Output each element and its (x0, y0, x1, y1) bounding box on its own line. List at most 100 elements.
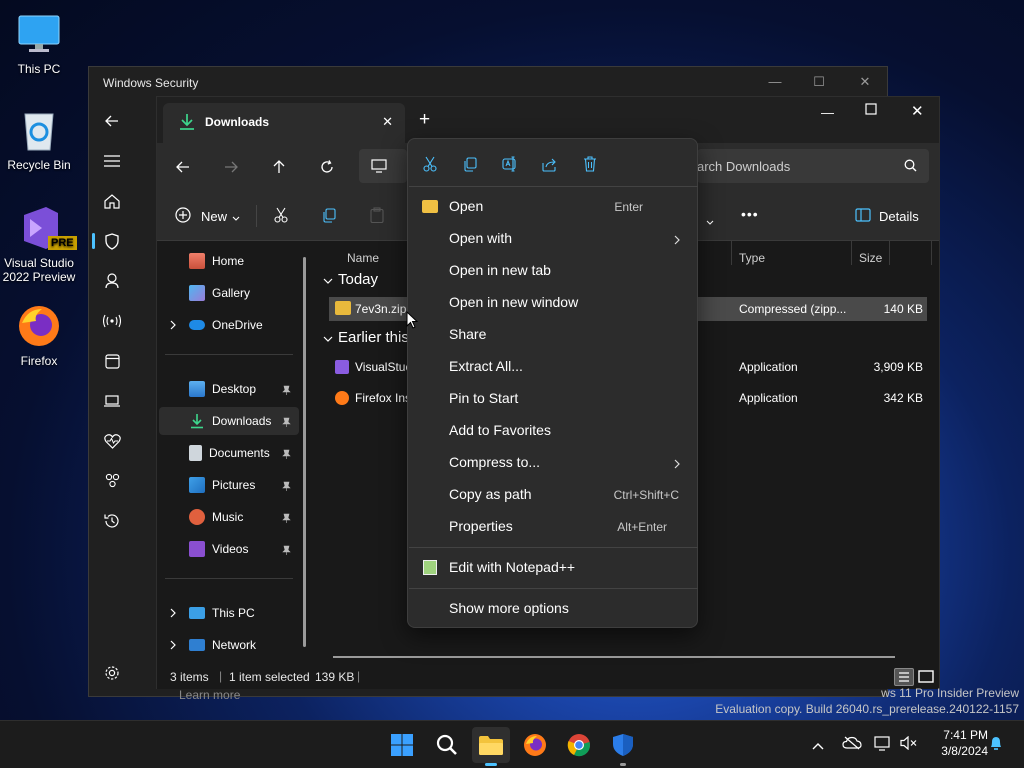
nav-item-network[interactable]: Network (159, 631, 299, 659)
chevron-up-icon[interactable] (812, 738, 824, 753)
nav-item-desktop[interactable]: Desktop (159, 375, 299, 403)
desktop-icon-firefox[interactable]: Firefox (1, 302, 77, 368)
minimize-button[interactable]: — (765, 73, 785, 91)
menu-item-show-more-options[interactable]: Show more options (412, 593, 693, 625)
search-icon[interactable] (428, 727, 466, 763)
column-divider[interactable] (931, 241, 932, 265)
nav-item-pictures[interactable]: Pictures (159, 471, 299, 499)
group-header-today[interactable]: Today (323, 271, 378, 288)
tab-downloads[interactable]: Downloads ✕ (163, 103, 405, 143)
family-icon[interactable] (101, 470, 123, 492)
defender-icon[interactable] (604, 727, 642, 766)
firefox-icon[interactable] (516, 727, 554, 763)
menu-item-pin-to-start[interactable]: Pin to Start (412, 383, 693, 415)
details-view-button[interactable] (894, 668, 914, 686)
cut-icon[interactable] (270, 205, 292, 225)
menu-item-share[interactable]: Share (412, 319, 693, 351)
pin-icon[interactable] (282, 480, 291, 491)
app-browser-icon[interactable] (101, 350, 123, 372)
volume-muted-icon[interactable] (900, 735, 918, 753)
clock[interactable]: 7:41 PM 3/8/2024 (926, 727, 988, 759)
menu-item-extract-all[interactable]: Extract All... (412, 351, 693, 383)
file-explorer-icon[interactable] (472, 727, 510, 766)
paste-icon[interactable] (366, 205, 388, 225)
up-icon[interactable] (268, 157, 290, 177)
nav-item-downloads[interactable]: Downloads (159, 407, 299, 435)
start-icon[interactable] (383, 727, 421, 763)
nav-item-videos[interactable]: Videos (159, 535, 299, 563)
desktop-icon-recycle-bin[interactable]: Recycle Bin (1, 106, 77, 172)
shield-icon[interactable] (101, 230, 123, 252)
column-header-type[interactable]: Type (739, 251, 765, 265)
delete-icon[interactable] (579, 153, 601, 175)
rename-icon[interactable] (499, 153, 521, 175)
desktop-icon-visual-studio[interactable]: PRE Visual Studio 2022 Preview (1, 204, 77, 284)
menu-item-open-in-new-window[interactable]: Open in new window (412, 287, 693, 319)
onedrive-offline-icon[interactable] (842, 736, 862, 753)
chevron-down-icon[interactable] (706, 213, 714, 228)
pin-icon[interactable] (282, 448, 291, 459)
menu-item-open[interactable]: Open Enter (412, 191, 693, 223)
menu-item-properties[interactable]: Properties Alt+Enter (412, 511, 693, 543)
nav-item-music[interactable]: Music (159, 503, 299, 531)
settings-icon[interactable] (101, 662, 123, 684)
cut-icon[interactable] (419, 153, 441, 175)
pin-icon[interactable] (282, 544, 291, 555)
search-input[interactable]: arch Downloads (697, 149, 929, 183)
back-icon[interactable] (101, 110, 123, 132)
minimize-button[interactable]: — (821, 105, 834, 120)
menu-item-add-to-favorites[interactable]: Add to Favorites (412, 415, 693, 447)
nav-item-home[interactable]: Home (159, 247, 299, 275)
health-icon[interactable] (101, 430, 123, 452)
pin-icon[interactable] (282, 416, 291, 427)
menu-item-compress-to[interactable]: Compress to... (412, 447, 693, 479)
copy-icon[interactable] (318, 205, 340, 225)
column-header-name[interactable]: Name (347, 251, 379, 265)
nav-item-onedrive[interactable]: OneDrive (159, 311, 299, 339)
notification-bell-icon[interactable] (989, 735, 1003, 754)
menu-item-copy-as-path[interactable]: Copy as path Ctrl+Shift+C (412, 479, 693, 511)
new-button[interactable]: New (175, 204, 240, 228)
copy-icon[interactable] (459, 153, 481, 175)
home-icon[interactable] (101, 190, 123, 212)
maximize-button[interactable]: ☐ (809, 73, 829, 91)
chevron-right-icon[interactable] (169, 319, 177, 330)
close-button[interactable]: ✕ (911, 102, 924, 120)
chrome-icon[interactable] (560, 727, 598, 763)
device-icon[interactable] (101, 390, 123, 412)
menu-item-edit-with-notepad[interactable]: Edit with Notepad++ (412, 552, 693, 584)
nav-item-gallery[interactable]: Gallery (159, 279, 299, 307)
forward-icon[interactable] (220, 157, 242, 177)
chevron-right-icon[interactable] (169, 607, 177, 618)
nav-item-documents[interactable]: Documents (159, 439, 299, 467)
column-divider[interactable] (889, 241, 890, 265)
thumbnail-view-button[interactable] (917, 668, 935, 686)
share-icon[interactable] (539, 153, 561, 175)
history-icon[interactable] (101, 510, 123, 532)
back-icon[interactable] (172, 157, 194, 177)
desktop-icon-this-pc[interactable]: This PC (1, 10, 77, 76)
maximize-button[interactable] (865, 103, 877, 118)
pin-icon[interactable] (282, 512, 291, 523)
address-field[interactable] (359, 149, 407, 183)
group-header-earlier[interactable]: Earlier this (323, 329, 409, 346)
menu-item-open-with[interactable]: Open with (412, 223, 693, 255)
column-header-size[interactable]: Size (859, 251, 882, 265)
menu-icon[interactable] (101, 150, 123, 172)
pin-icon[interactable] (282, 384, 291, 395)
column-divider[interactable] (851, 241, 852, 265)
learn-more-link[interactable]: Learn more (179, 688, 240, 702)
refresh-icon[interactable] (316, 157, 338, 177)
chevron-right-icon[interactable] (169, 639, 177, 650)
details-pane-button[interactable]: Details (855, 204, 919, 228)
wireless-icon[interactable] (101, 310, 123, 332)
see-more-button[interactable]: ••• (741, 206, 759, 222)
nav-scrollbar[interactable] (303, 257, 306, 647)
column-divider[interactable] (731, 241, 732, 265)
person-icon[interactable] (101, 270, 123, 292)
menu-item-open-in-new-tab[interactable]: Open in new tab (412, 255, 693, 287)
nav-item-this-pc[interactable]: This PC (159, 599, 299, 627)
horizontal-scrollbar[interactable] (333, 656, 895, 658)
close-button[interactable]: ✕ (855, 73, 875, 91)
close-tab-icon[interactable]: ✕ (382, 114, 393, 130)
